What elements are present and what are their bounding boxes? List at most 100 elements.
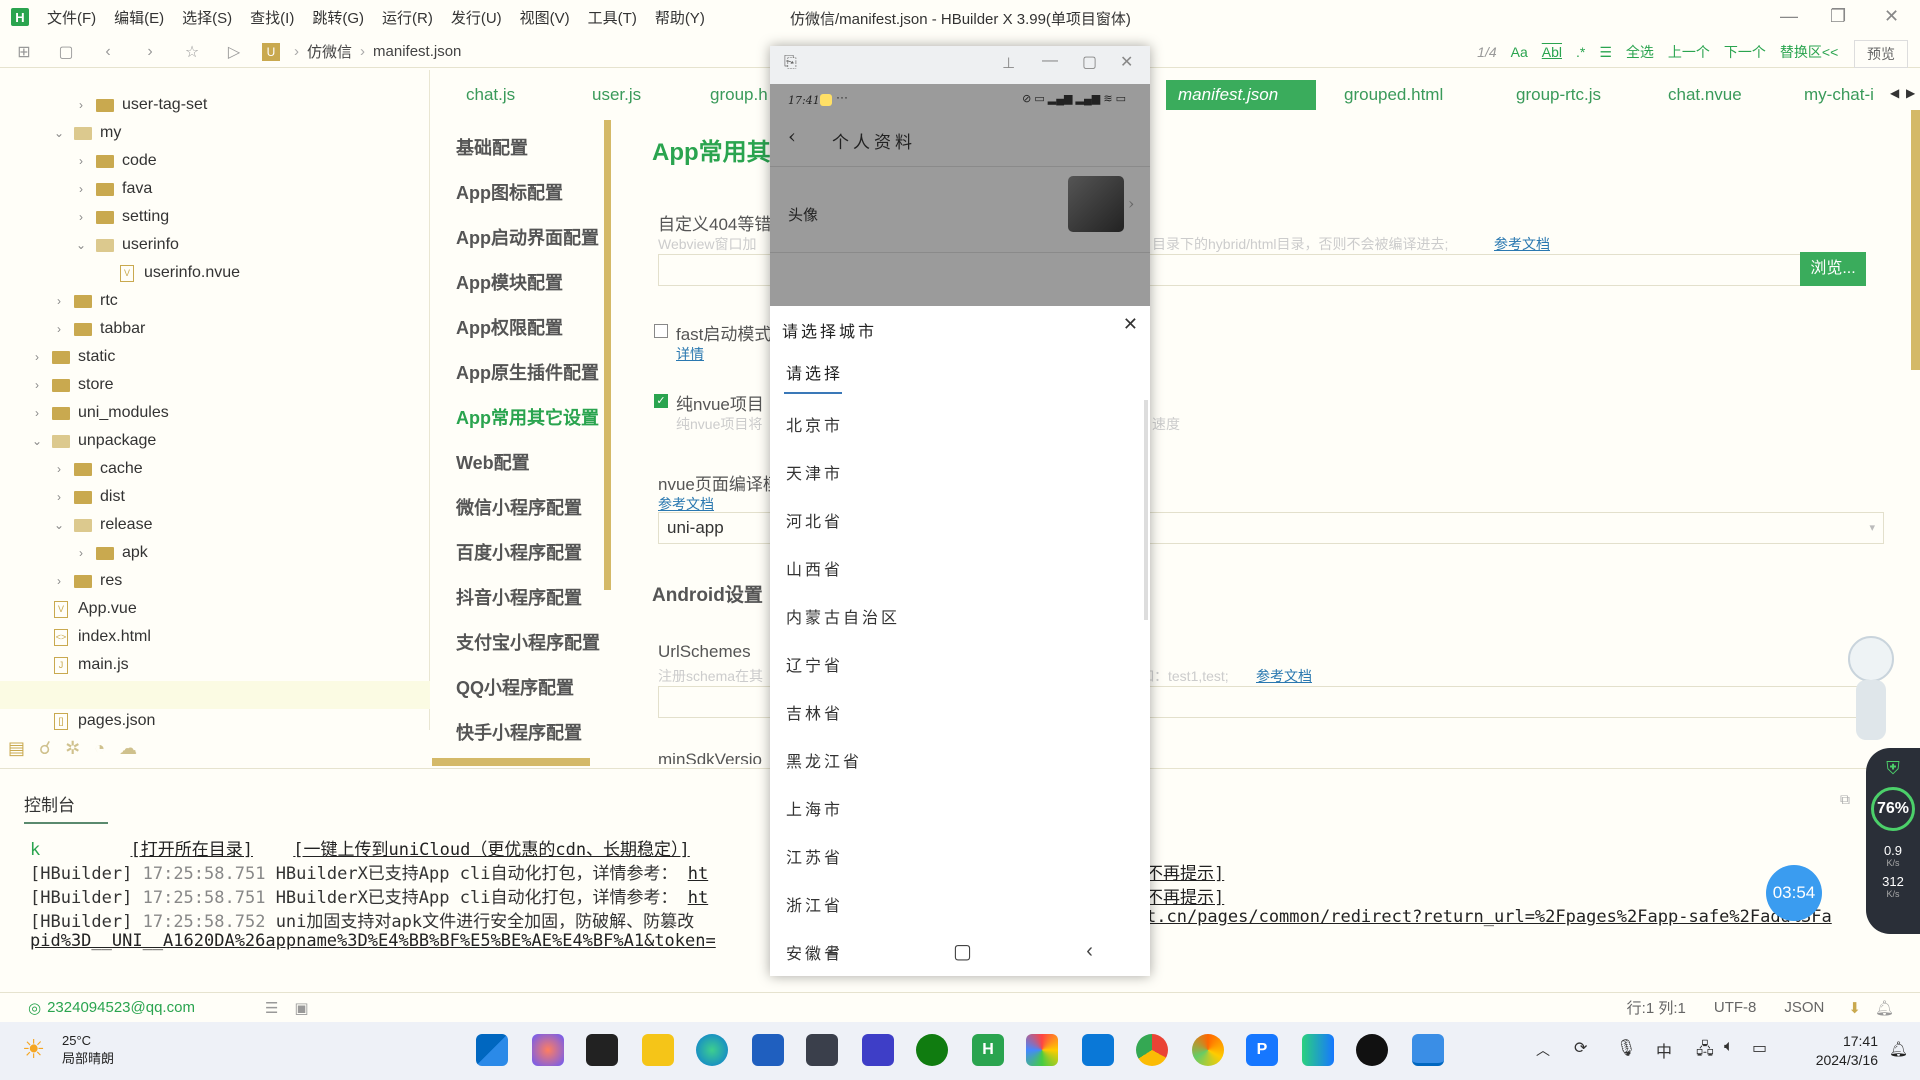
tree-item[interactable]: › rtc: [52, 288, 118, 314]
log-link[interactable]: t.cn/pages/common/redirect?return_url=%2…: [1146, 907, 1832, 927]
log-link[interactable]: 不再提示]: [1146, 888, 1224, 908]
weather-widget[interactable]: 25°C 局部晴朗: [62, 1032, 114, 1068]
network-monitor[interactable]: ⛨ 76% 0.9 K/s 312 K/s: [1866, 748, 1920, 934]
match-case-button[interactable]: Aa: [1511, 44, 1528, 60]
select-all-button[interactable]: 全选: [1626, 42, 1654, 62]
save-icon[interactable]: ▢: [56, 42, 76, 62]
tray-expand-icon[interactable]: ︿: [1536, 1040, 1550, 1060]
account-label[interactable]: 2324094523@qq.com: [47, 999, 195, 1016]
notification-bell-icon[interactable]: 🔔︎: [1889, 1040, 1908, 1058]
menu-file[interactable]: 文件(F): [47, 7, 96, 28]
hbuilder-taskbar-icon[interactable]: H: [972, 1034, 1004, 1066]
settings-nav-item[interactable]: App原生插件配置: [456, 359, 599, 385]
whole-word-button[interactable]: Abl: [1542, 44, 1562, 60]
chevron-right-icon[interactable]: ›: [52, 322, 66, 336]
settings-nav-item[interactable]: 微信小程序配置: [456, 494, 582, 520]
file-explorer-icon[interactable]: [642, 1034, 674, 1066]
menu-icon[interactable]: ≡: [827, 940, 839, 963]
settings-nav-item[interactable]: 支付宝小程序配置: [456, 629, 600, 655]
breadcrumb-project[interactable]: 仿微信: [307, 41, 352, 62]
browse-button[interactable]: 浏览...: [1800, 252, 1866, 286]
mascot-image[interactable]: [1826, 628, 1916, 748]
language-mode[interactable]: JSON: [1784, 999, 1824, 1016]
new-file-icon[interactable]: ⊞: [14, 42, 34, 62]
settings-nav-item[interactable]: App图标配置: [456, 179, 563, 205]
chevron-right-icon[interactable]: ›: [52, 462, 66, 476]
app-icon[interactable]: [806, 1034, 838, 1066]
nvue-compile-doc-link[interactable]: 参考文档: [658, 494, 714, 514]
tree-item[interactable]: ⌄ unpackage: [30, 428, 156, 454]
tree-item[interactable]: › res: [52, 568, 122, 594]
settings-nav-item[interactable]: 快手小程序配置: [456, 719, 582, 745]
tab-chat-js[interactable]: chat.js: [454, 80, 527, 110]
tree-item[interactable]: ⌄ my: [52, 120, 121, 146]
tree-item[interactable]: ⌄ release: [52, 512, 153, 538]
star-icon[interactable]: ☆: [182, 42, 202, 62]
binoculars-icon[interactable]: ☌: [39, 738, 51, 759]
menu-goto[interactable]: 跳转(G): [312, 7, 364, 28]
tree-item[interactable]: Vuserinfo.nvue: [96, 260, 240, 286]
app-p-icon[interactable]: P: [1246, 1034, 1278, 1066]
tab-chat-nvue[interactable]: chat.nvue: [1656, 80, 1754, 110]
tree-item[interactable]: › tabbar: [52, 316, 145, 342]
align-icon[interactable]: ☰: [1599, 44, 1612, 61]
cloud-icon[interactable]: ☁: [119, 738, 137, 759]
files-icon[interactable]: ▤: [8, 738, 25, 759]
chrome-icon[interactable]: [1136, 1034, 1168, 1066]
tree-item[interactable]: › user-tag-set: [74, 92, 207, 118]
settings-nav-item[interactable]: Web配置: [456, 449, 530, 475]
tree-item[interactable]: <> index.html: [30, 624, 151, 650]
menu-view[interactable]: 视图(V): [520, 7, 570, 28]
tree-item[interactable]: › fava: [74, 176, 152, 202]
sync-icon[interactable]: ⟳: [1574, 1038, 1587, 1058]
tree-item[interactable]: › static: [30, 344, 115, 370]
start-icon[interactable]: [476, 1034, 508, 1066]
close-icon[interactable]: ✕: [1884, 6, 1899, 27]
emulator-taskbar-icon[interactable]: [1412, 1034, 1444, 1066]
settings-nav-hscrollbar[interactable]: [432, 758, 590, 766]
city-option[interactable]: 内蒙古自治区: [786, 604, 900, 628]
city-option[interactable]: 辽宁省: [786, 652, 843, 676]
city-option[interactable]: 江苏省: [786, 844, 843, 868]
tab-group-rtc-js[interactable]: group-rtc.js: [1504, 80, 1613, 110]
volume-icon[interactable]: 🔈︎: [1724, 1038, 1734, 1056]
qq-icon[interactable]: [1356, 1034, 1388, 1066]
tree-item[interactable]: [] pages.json: [30, 708, 155, 730]
fast-mode-checkbox[interactable]: [654, 324, 668, 338]
settings-nav-item[interactable]: App权限配置: [456, 314, 563, 340]
store-icon[interactable]: [752, 1034, 784, 1066]
breadcrumb-file[interactable]: manifest.json: [373, 43, 461, 60]
forward-icon[interactable]: ›: [140, 43, 160, 61]
settings-nav-item[interactable]: App常用其它设置: [456, 404, 599, 430]
rotate-icon[interactable]: ⎘: [784, 54, 797, 72]
chevron-down-icon[interactable]: ⌄: [74, 238, 88, 252]
tree-item[interactable]: › uni_modules: [30, 400, 169, 426]
network-icon[interactable]: 🖧︎: [1696, 1038, 1714, 1065]
tab-scroll-right-icon[interactable]: ▶: [1906, 86, 1915, 100]
tree-item[interactable]: › dist: [52, 484, 125, 510]
pin-icon[interactable]: ⊥: [1002, 54, 1015, 72]
tab-my-chat-i[interactable]: my-chat-i: [1792, 80, 1886, 110]
tab-user-js[interactable]: user.js: [580, 80, 653, 110]
menu-run[interactable]: 运行(R): [382, 7, 433, 28]
ime-icon[interactable]: 中: [1656, 1038, 1672, 1062]
bug-icon[interactable]: ✲: [65, 738, 80, 759]
settings-nav-item[interactable]: App启动界面配置: [456, 224, 599, 250]
tab-group-h[interactable]: group.h: [698, 80, 780, 110]
settings-nav-item[interactable]: App模块配置: [456, 269, 563, 295]
tab-grouped-html[interactable]: grouped.html: [1332, 80, 1455, 110]
log-link[interactable]: ht: [688, 864, 708, 884]
nvue-only-checkbox[interactable]: ✓: [654, 394, 668, 408]
settings-nav-item[interactable]: QQ小程序配置: [456, 674, 574, 700]
tree-item[interactable]: › apk: [74, 540, 148, 566]
menu-tools[interactable]: 工具(T): [588, 7, 637, 28]
close-icon[interactable]: ✕: [1123, 314, 1138, 335]
tab-manifest-json[interactable]: manifest.json: [1166, 80, 1316, 110]
city-option[interactable]: 上海市: [786, 796, 843, 820]
menu-help[interactable]: 帮助(Y): [655, 7, 705, 28]
console-tab[interactable]: 控制台: [24, 791, 108, 824]
chevron-down-icon[interactable]: ⌄: [30, 434, 44, 448]
picker-tab[interactable]: 请选择: [786, 360, 843, 384]
mic-icon[interactable]: 🎙︎: [1616, 1038, 1636, 1058]
chevron-right-icon[interactable]: ›: [30, 378, 44, 392]
